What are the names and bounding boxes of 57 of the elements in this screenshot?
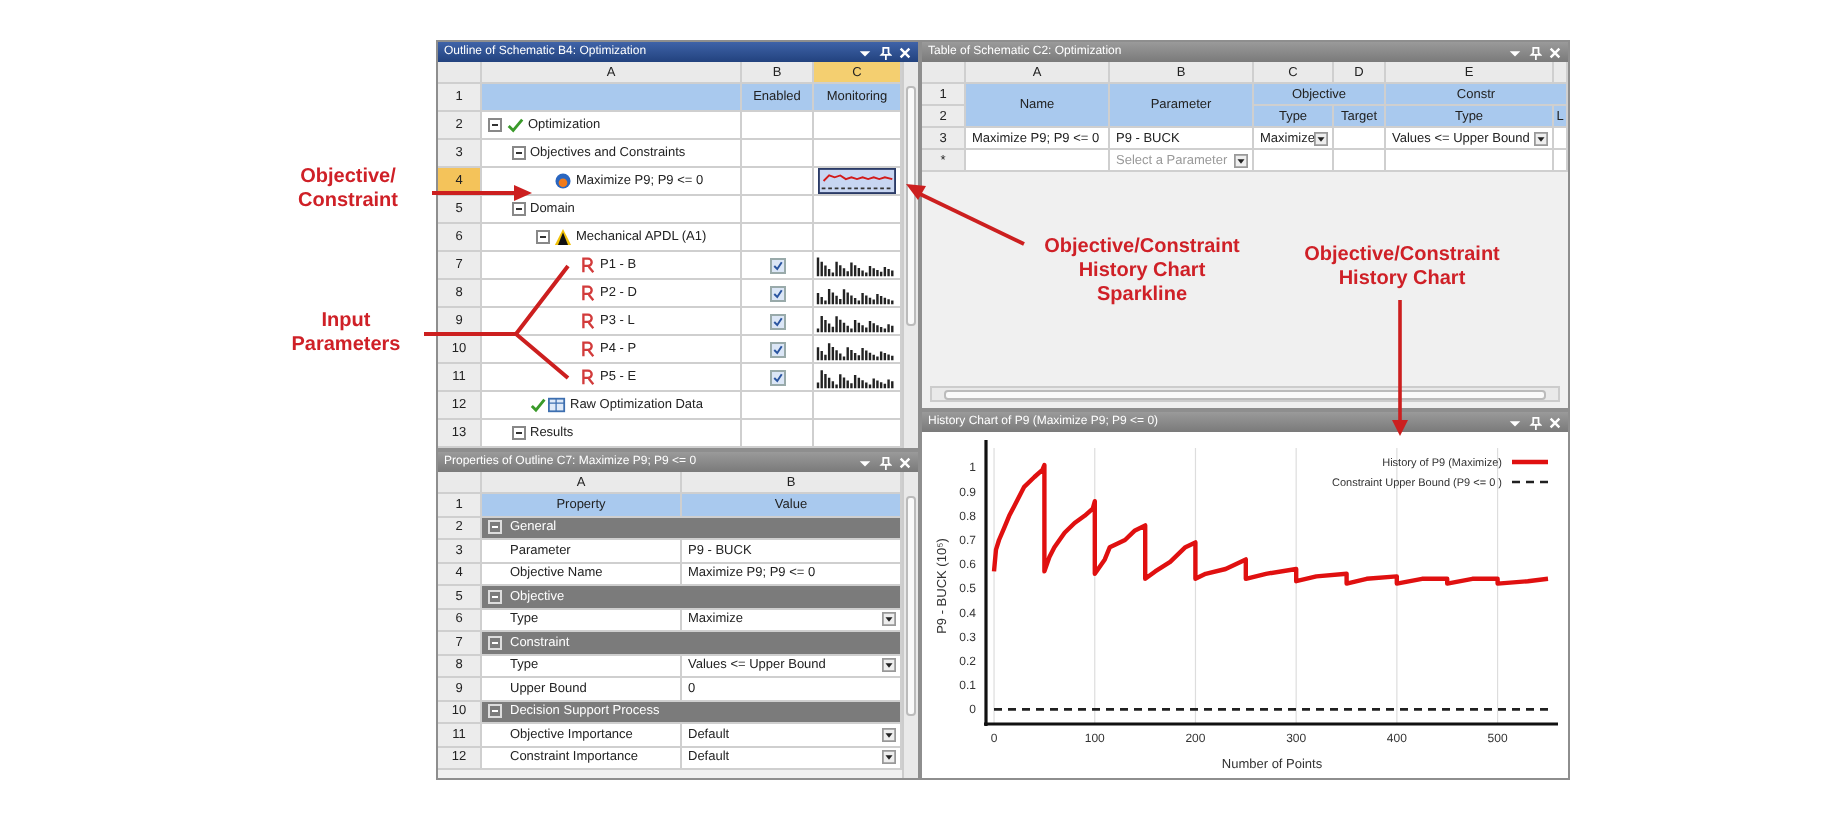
callout-label: Input Parameters: [289, 310, 403, 358]
dropdown-arrow-icon[interactable]: [882, 658, 896, 673]
table-cell[interactable]: [1554, 150, 1568, 172]
checkbox[interactable]: [769, 369, 785, 385]
callout-label: Objective/Constraint History Chart Sparkline: [1042, 236, 1242, 308]
scrollbar-thumb[interactable]: [906, 86, 916, 326]
table-cell[interactable]: [966, 150, 1110, 172]
checkbox[interactable]: [769, 341, 785, 357]
dropdown-arrow-icon[interactable]: [882, 750, 896, 765]
check-icon: [506, 116, 524, 134]
parameter-icon: [578, 256, 596, 274]
callout-arrow: [432, 185, 532, 201]
dropdown-arrow-icon[interactable]: [882, 727, 896, 742]
pin-icon[interactable]: [878, 45, 892, 59]
dropdown-arrow-icon[interactable]: [882, 612, 896, 627]
scrollbar-thumb[interactable]: [944, 389, 1546, 399]
parameter-icon: [578, 312, 596, 330]
table-cell[interactable]: [1334, 128, 1386, 150]
table-cell[interactable]: [1334, 150, 1386, 172]
dropdown-arrow-icon[interactable]: [1234, 153, 1248, 167]
scrollbar-thumb[interactable]: [906, 496, 916, 716]
parameter-icon: [578, 340, 596, 358]
check-table-icon: [530, 396, 566, 414]
collapse-toggle-icon[interactable]: [512, 146, 526, 160]
close-icon[interactable]: [898, 45, 912, 59]
pin-icon[interactable]: [1528, 45, 1542, 59]
collapse-toggle-icon[interactable]: [512, 202, 526, 216]
callout-label: Objective/Constraint History Chart: [1302, 244, 1502, 292]
vertical-scrollbar[interactable]: [902, 472, 918, 778]
dropdown-arrow-icon[interactable]: [1314, 131, 1329, 145]
table-cell[interactable]: [1554, 128, 1568, 150]
triangle-icon: [554, 228, 572, 246]
close-icon[interactable]: [1548, 45, 1562, 59]
callout-arrow: [906, 184, 1025, 246]
collapse-toggle-icon[interactable]: [512, 426, 526, 440]
vertical-scrollbar[interactable]: [902, 62, 918, 448]
parameter-icon: [578, 284, 596, 302]
checkbox[interactable]: [769, 313, 785, 329]
table-cell[interactable]: [1254, 150, 1334, 172]
sphere-icon: [554, 172, 572, 190]
table-cell: [814, 420, 902, 448]
close-icon[interactable]: [1548, 415, 1562, 429]
horizontal-scrollbar[interactable]: [930, 386, 1560, 402]
callout-label: Objective/ Constraint: [296, 166, 400, 214]
close-icon[interactable]: [898, 455, 912, 469]
pin-icon[interactable]: [1528, 415, 1542, 429]
table-cell: [814, 112, 902, 140]
dropdown-arrow-icon[interactable]: [1534, 131, 1548, 145]
callout-arrow: [1392, 300, 1408, 436]
collapse-toggle-icon[interactable]: [488, 118, 502, 132]
parameter-icon: [578, 368, 596, 386]
checkbox[interactable]: [769, 285, 785, 301]
collapse-toggle-icon[interactable]: [536, 230, 550, 244]
pin-icon[interactable]: [878, 455, 892, 469]
dropdown-arrow-icon[interactable]: [858, 45, 872, 59]
checkbox[interactable]: [769, 257, 785, 273]
table-cell[interactable]: [1386, 150, 1554, 172]
